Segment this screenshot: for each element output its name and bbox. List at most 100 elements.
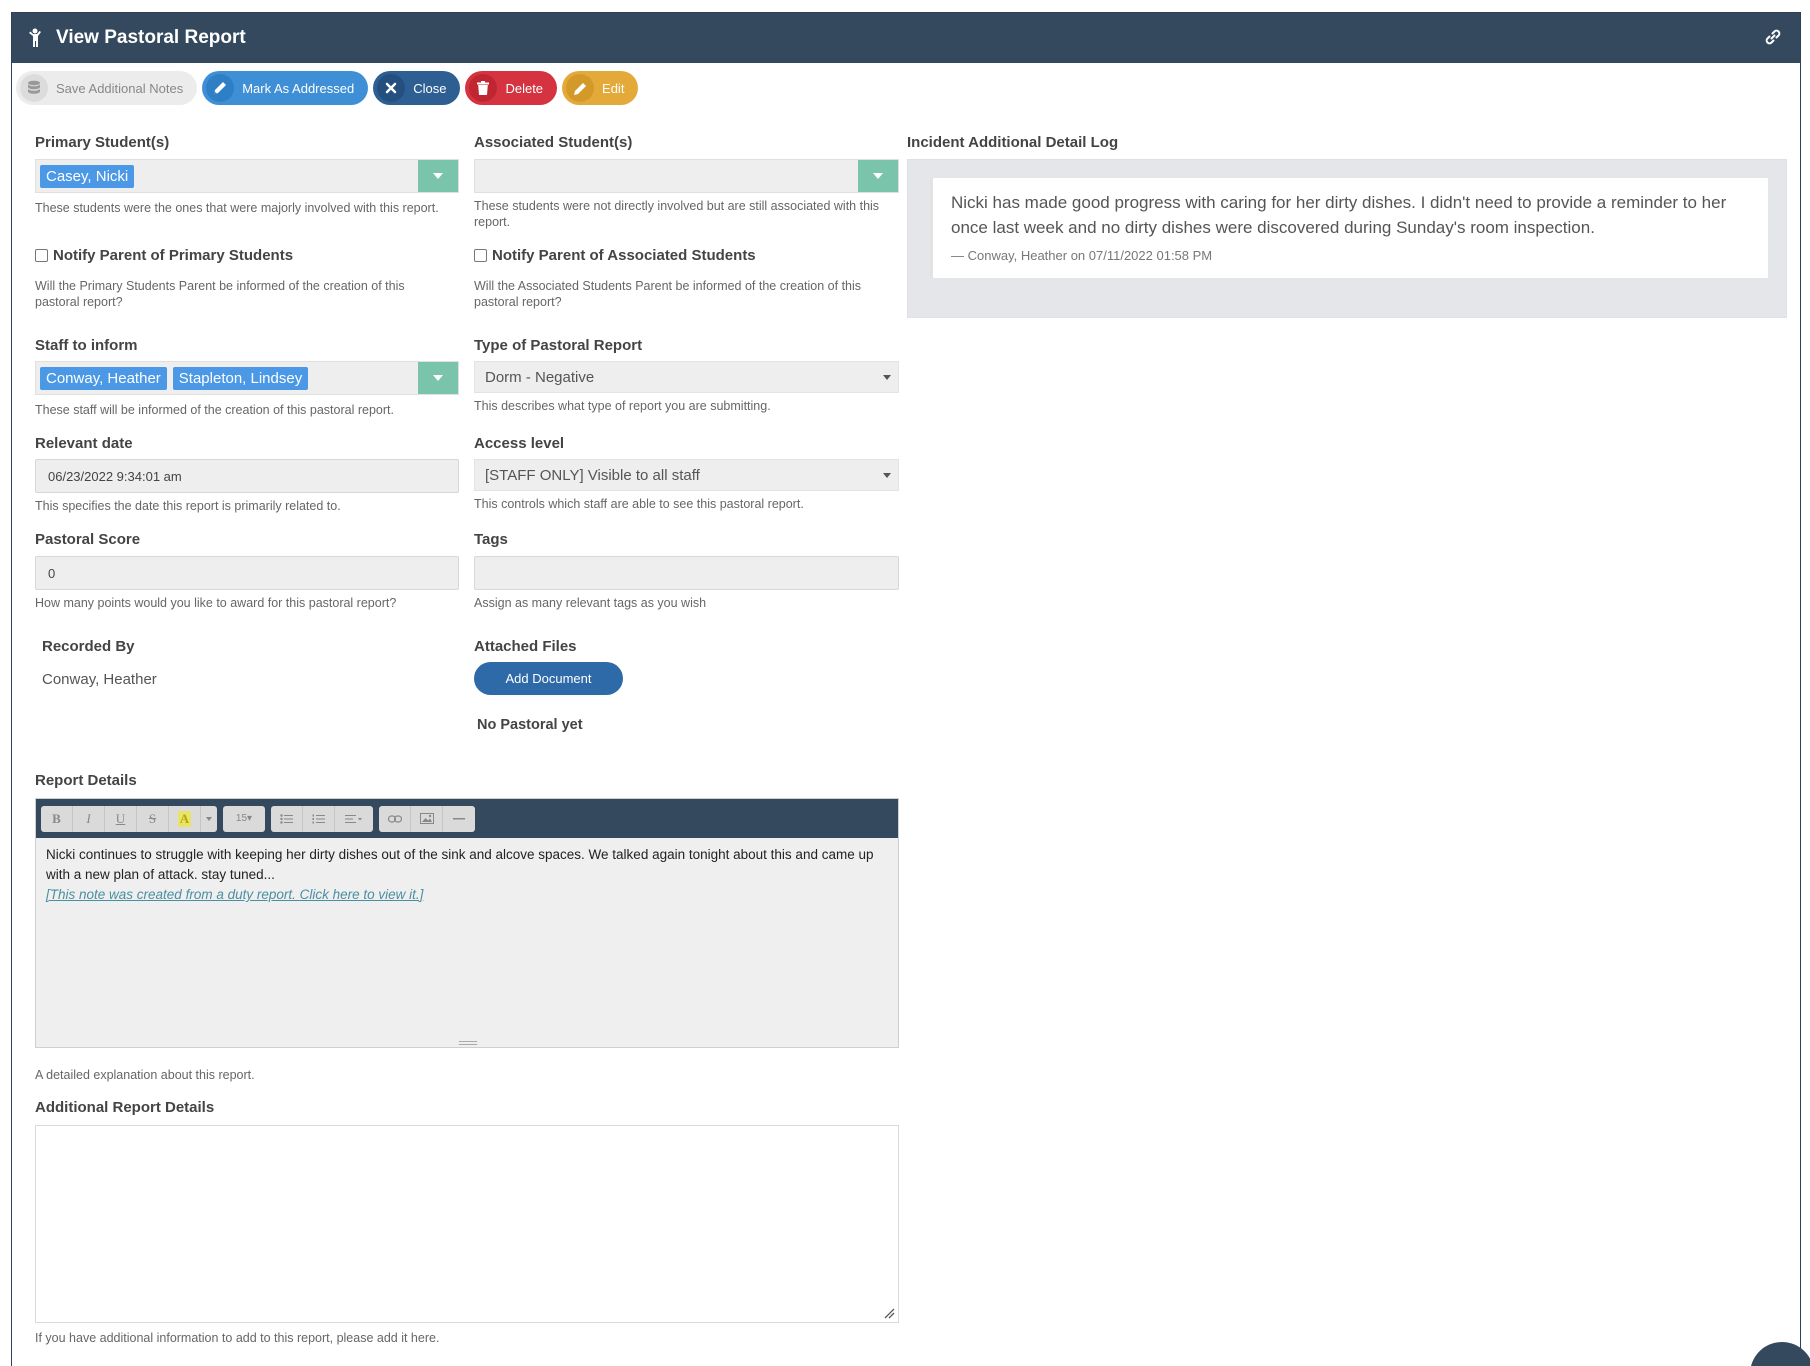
highlight-icon: A	[177, 810, 192, 827]
person-icon	[29, 28, 41, 47]
bullet-list-button[interactable]	[271, 805, 303, 832]
add-document-button[interactable]: Add Document	[474, 662, 623, 695]
additional-details-textarea[interactable]	[35, 1125, 899, 1323]
report-details-label: Report Details	[35, 772, 137, 789]
pastoral-score-help: How many points would you like to award …	[35, 596, 397, 610]
associated-students-select[interactable]	[474, 159, 899, 193]
underline-button[interactable]: U	[105, 805, 137, 832]
log-entry: Nicki has made good progress with caring…	[930, 178, 1768, 278]
font-size-group: 15 ▾	[223, 805, 265, 832]
staff-tag[interactable]: Conway, Heather	[40, 366, 167, 390]
image-button[interactable]	[411, 805, 443, 832]
close-button[interactable]: Close	[373, 71, 461, 105]
pencil-icon	[566, 74, 595, 102]
action-toolbar: Save Additional Notes Mark As Addressed …	[16, 71, 639, 105]
bullet-list-icon	[280, 813, 293, 824]
insert-group	[379, 805, 475, 832]
attached-files-label: Attached Files	[474, 638, 577, 655]
associated-students-help: These students were not directly involve…	[474, 199, 880, 229]
close-label: Close	[413, 80, 447, 96]
mark-as-addressed-button[interactable]: Mark As Addressed	[202, 71, 369, 105]
database-icon	[20, 74, 48, 102]
report-type-help: This describes what type of report you a…	[474, 399, 771, 413]
staff-tag[interactable]: Stapleton, Lindsey	[172, 366, 309, 390]
highlight-dropdown[interactable]	[201, 806, 217, 832]
caret-down-icon	[206, 816, 212, 821]
staff-to-inform-help: These staff will be informed of the crea…	[35, 403, 394, 417]
save-additional-notes-button[interactable]: Save Additional Notes	[16, 71, 198, 105]
font-size-value: 15	[235, 813, 248, 824]
trash-icon	[469, 74, 498, 102]
tags-input[interactable]	[474, 556, 899, 590]
relevant-date-help: This specifies the date this report is p…	[35, 499, 341, 513]
edit-label: Edit	[602, 80, 625, 96]
link-button[interactable]	[379, 805, 411, 832]
notify-associated-label: Notify Parent of Associated Students	[492, 247, 756, 264]
caret-down-icon	[883, 375, 891, 380]
page-title: View Pastoral Report	[56, 27, 246, 48]
chevron-down-icon[interactable]	[418, 362, 458, 394]
student-tag[interactable]: Casey, Nicki	[40, 164, 135, 188]
bold-button[interactable]: B	[41, 805, 73, 832]
link-icon[interactable]	[1764, 28, 1782, 46]
access-level-help: This controls which staff are able to se…	[474, 497, 804, 511]
no-pastoral-text: No Pastoral yet	[477, 717, 583, 733]
associated-students-label: Associated Student(s)	[474, 134, 633, 151]
highlight-color-button[interactable]: A	[169, 805, 201, 832]
staff-to-inform-select[interactable]: Conway, Heather Stapleton, Lindsey	[35, 361, 459, 395]
editor-content[interactable]: Nicki continues to struggle with keeping…	[36, 838, 898, 912]
access-level-value: [STAFF ONLY] Visible to all staff	[485, 466, 700, 484]
delete-button[interactable]: Delete	[465, 71, 558, 105]
log-entry-note: Nicki has made good progress with caring…	[951, 193, 1727, 237]
pen-icon	[206, 74, 235, 102]
primary-students-label: Primary Student(s)	[35, 134, 170, 151]
caret-down-icon	[883, 473, 891, 478]
primary-students-select[interactable]: Casey, Nicki	[35, 159, 459, 193]
duty-report-link[interactable]: [This note was created from a duty repor…	[46, 885, 888, 905]
italic-button[interactable]: I	[73, 805, 105, 832]
recorded-by-value: Conway, Heather	[42, 671, 157, 688]
report-type-label: Type of Pastoral Report	[474, 337, 643, 354]
close-icon	[377, 74, 406, 102]
pastoral-score-input[interactable]: 0	[35, 556, 459, 590]
list-group	[271, 805, 373, 832]
detail-log-label: Incident Additional Detail Log	[907, 134, 1119, 151]
panel-header: View Pastoral Report	[12, 13, 1800, 63]
additional-details-label: Additional Report Details	[35, 1099, 215, 1116]
numbered-list-button[interactable]	[303, 805, 335, 832]
notify-associated-checkbox-row[interactable]: Notify Parent of Associated Students	[474, 247, 756, 264]
format-group: B I U S A	[41, 805, 217, 832]
notify-associated-help: Will the Associated Students Parent be i…	[474, 279, 862, 309]
access-level-select[interactable]: [STAFF ONLY] Visible to all staff	[474, 459, 899, 491]
strikethrough-button[interactable]: S	[137, 805, 169, 832]
notify-associated-checkbox[interactable]	[474, 249, 487, 262]
font-size-dropdown[interactable]: 15 ▾	[223, 806, 265, 832]
mark-as-addressed-label: Mark As Addressed	[242, 80, 355, 96]
editor-toolbar: B I U S A 15 ▾	[36, 799, 898, 838]
report-type-value: Dorm - Negative	[485, 368, 595, 386]
report-type-select[interactable]: Dorm - Negative	[474, 361, 899, 393]
chevron-down-icon[interactable]	[418, 160, 458, 192]
tags-label: Tags	[474, 531, 508, 548]
notify-primary-checkbox-row[interactable]: Notify Parent of Primary Students	[35, 247, 293, 264]
notify-primary-checkbox[interactable]	[35, 249, 48, 262]
pastoral-score-label: Pastoral Score	[35, 531, 141, 548]
editor-resize-handle[interactable]	[459, 1041, 477, 1045]
chain-link-icon	[387, 814, 402, 823]
align-dropdown[interactable]	[335, 806, 373, 832]
edit-button[interactable]: Edit	[562, 71, 639, 105]
additional-details-help: If you have additional information to ad…	[35, 1331, 440, 1345]
report-details-editor[interactable]: B I U S A 15 ▾ Nicki continues to strugg…	[35, 798, 899, 1048]
minus-icon	[453, 817, 465, 819]
notify-primary-label: Notify Parent of Primary Students	[53, 247, 294, 264]
log-entry-author: — Conway, Heather on 07/11/2022 01:58 PM	[951, 248, 1213, 263]
align-icon	[345, 814, 362, 823]
detail-log-panel: Nicki has made good progress with caring…	[907, 159, 1787, 318]
image-icon	[419, 813, 434, 824]
notify-primary-help: Will the Primary Students Parent be info…	[35, 279, 405, 309]
resize-grip-icon[interactable]	[883, 1307, 895, 1319]
staff-to-inform-label: Staff to inform	[35, 337, 138, 354]
chevron-down-icon[interactable]	[858, 160, 898, 192]
relevant-date-input[interactable]: 06/23/2022 9:34:01 am	[35, 459, 459, 493]
horizontal-rule-button[interactable]	[443, 806, 475, 832]
